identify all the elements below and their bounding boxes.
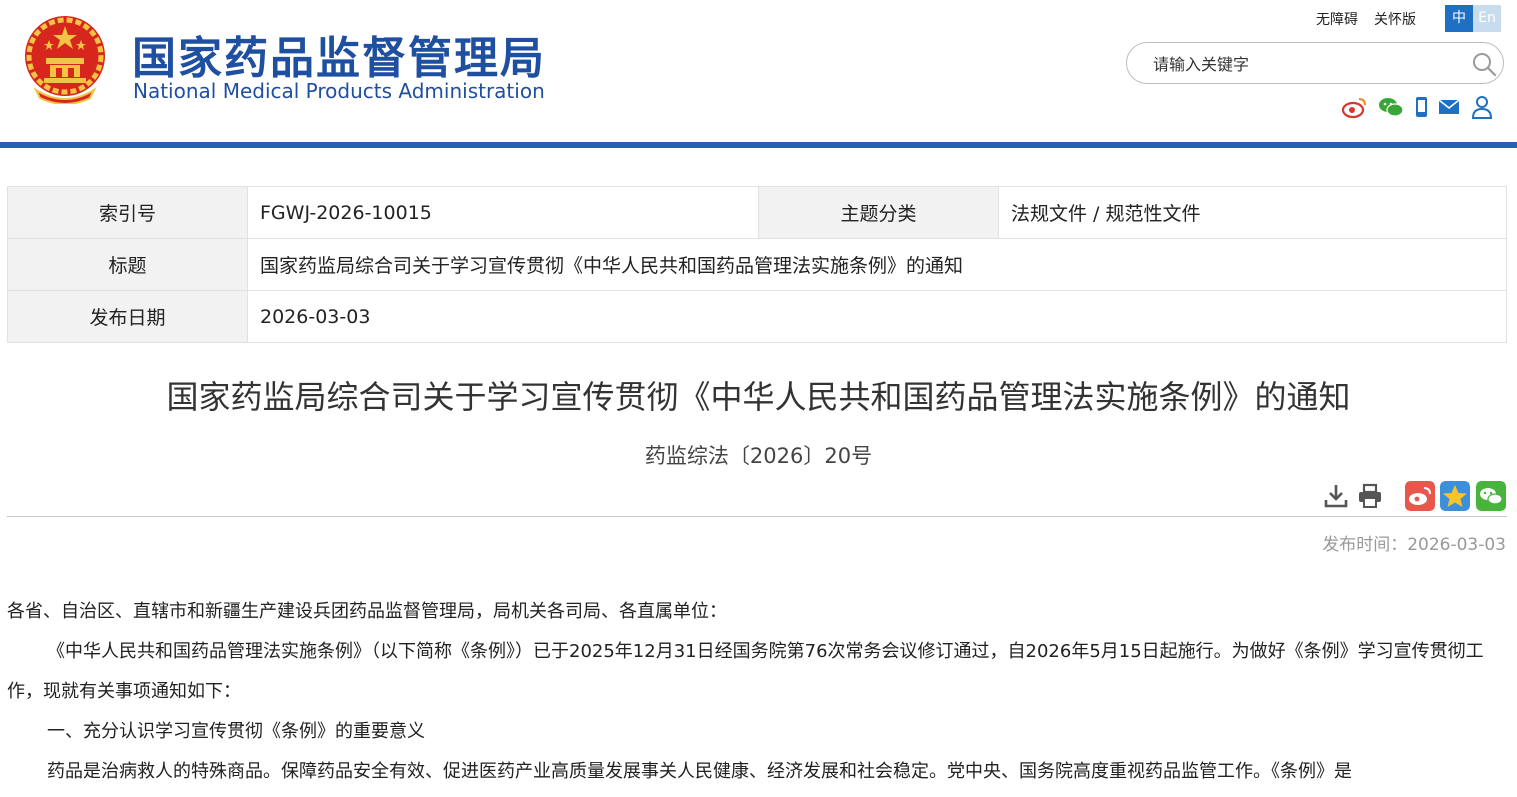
national-emblem-icon [25,16,105,104]
elderly-mode-link[interactable]: 关怀版 [1374,9,1416,29]
download-icon[interactable] [1322,482,1350,510]
header-bar [0,142,1517,148]
lang-zh-button[interactable]: 中 [1445,5,1473,32]
index-label: 索引号 [7,186,248,239]
category-label: 主题分类 [758,186,999,239]
body-paragraph: 药品是治病救人的特殊商品。保障药品安全有效、促进医药产业高质量发展事关人民健康、… [47,761,1352,782]
index-value: FGWJ-2026-10015 [247,186,759,239]
accessibility-link[interactable]: 无障碍 [1316,9,1358,29]
category-value: 法规文件 / 规范性文件 [998,186,1507,239]
title-label: 标题 [7,238,248,291]
metadata-row: 标题 国家药监局综合司关于学习宣传贯彻《中华人民共和国药品管理法实施条例》的通知 [7,238,1507,291]
salutation-paragraph: 各省、自治区、直辖市和新疆生产建设兵团药品监督管理局，局机关各司局、各直属单位： [7,601,727,622]
mail-icon[interactable] [1436,94,1462,120]
section-heading: 一、充分认识学习宣传贯彻《条例》的重要意义 [47,721,425,742]
wechat-share-icon[interactable] [1476,481,1506,511]
metadata-table: 索引号 FGWJ-2026-10015 主题分类 法规文件 / 规范性文件 标题… [7,186,1507,343]
date-label: 发布日期 [7,290,248,343]
site-title-cn: 国家药品监督管理局 [132,33,546,84]
site-title-en: National Medical Products Administration [133,79,545,103]
wechat-icon[interactable] [1378,94,1404,120]
title-value: 国家药监局综合司关于学习宣传贯彻《中华人民共和国药品管理法实施条例》的通知 [247,238,1507,291]
metadata-row: 发布日期 2026-03-03 [7,290,1507,343]
search-box [1126,42,1504,84]
metadata-row: 索引号 FGWJ-2026-10015 主题分类 法规文件 / 规范性文件 [7,186,1507,239]
site-header: 国家药品监督管理局 National Medical Products Admi… [0,0,1517,142]
publish-time: 发布时间：2026-03-03 [1322,535,1506,555]
search-icon[interactable] [1471,51,1497,77]
weibo-icon[interactable] [1342,94,1368,120]
qzone-share-icon[interactable] [1440,481,1470,511]
lang-en-button[interactable]: En [1473,5,1501,32]
divider [7,516,1507,517]
weibo-share-icon[interactable] [1405,481,1435,511]
mobile-icon[interactable] [1408,94,1434,120]
search-input[interactable] [1151,51,1455,77]
body-paragraph: 《中华人民共和国药品管理法实施条例》（以下简称《条例》）已于2025年12月31… [7,641,1484,702]
article-title: 国家药监局综合司关于学习宣传贯彻《中华人民共和国药品管理法实施条例》的通知 [166,378,1351,416]
user-icon[interactable] [1469,94,1495,120]
date-value: 2026-03-03 [247,290,1507,343]
document-number: 药监综法〔2026〕20号 [644,444,873,468]
print-icon[interactable] [1356,482,1384,510]
